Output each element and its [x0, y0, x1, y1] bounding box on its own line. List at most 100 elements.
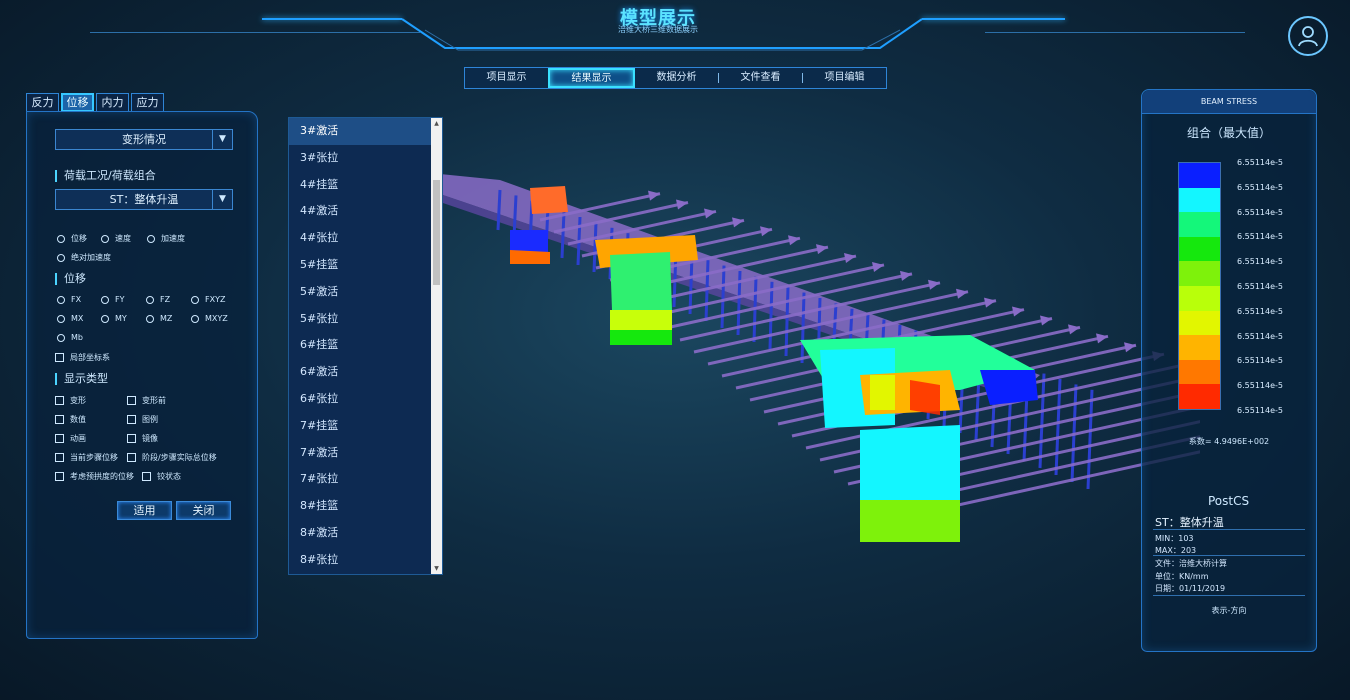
displacement-section-title: 位移 — [55, 273, 86, 285]
checkbox-total-disp[interactable]: 阶段/步骤实际总位移 — [127, 452, 217, 463]
legend-label: 6.55114e-5 — [1237, 158, 1283, 167]
legend-color-swatch — [1179, 212, 1220, 237]
step-list-item[interactable]: 8#挂篮 — [289, 493, 431, 520]
step-list-item[interactable]: 3#激活 — [289, 118, 431, 145]
step-list-item[interactable]: 5#挂篮 — [289, 252, 431, 279]
step-list-item[interactable]: 7#激活 — [289, 440, 431, 467]
radio-label: MZ — [160, 314, 173, 323]
step-list-item[interactable]: 4#激活 — [289, 198, 431, 225]
nav-file-view[interactable]: 文件查看 — [719, 68, 802, 88]
radio-icon — [57, 314, 65, 323]
legend-color-swatch — [1179, 187, 1220, 213]
load-arrow-head — [956, 288, 968, 299]
step-list-item[interactable]: 7#挂篮 — [289, 413, 431, 440]
post-line — [1086, 389, 1094, 490]
nav-data-analysis[interactable]: 数据分析 — [635, 68, 718, 88]
load-arrow-head — [788, 235, 800, 246]
load-arrow-head — [984, 297, 996, 308]
tab-reaction[interactable]: 反力 — [26, 93, 59, 112]
user-avatar-button[interactable] — [1288, 16, 1328, 56]
checkbox-label: 局部坐标系 — [70, 353, 110, 362]
step-list-item[interactable]: 6#挂篮 — [289, 332, 431, 359]
radio-my[interactable]: MY — [101, 314, 127, 323]
nav-project-edit[interactable]: 项目编辑 — [803, 68, 886, 88]
radio-displacement[interactable]: 位移 — [57, 233, 87, 244]
checkbox-deformed[interactable]: 变形 — [55, 395, 86, 406]
tab-stress[interactable]: 应力 — [131, 93, 164, 112]
checkbox-icon — [55, 415, 64, 424]
step-list-item[interactable]: 5#激活 — [289, 279, 431, 306]
step-list-item[interactable]: 6#激活 — [289, 359, 431, 386]
checkbox-hinge-state[interactable]: 铰状态 — [142, 471, 181, 482]
checkbox-legend[interactable]: 图例 — [127, 414, 158, 425]
nav-project-display[interactable]: 项目显示 — [465, 68, 548, 88]
load-arrow-head — [704, 208, 716, 219]
radio-mb[interactable]: Mb — [57, 333, 83, 342]
checkbox-local-coord[interactable]: 局部坐标系 — [55, 352, 110, 363]
radio-absolute-acceleration[interactable]: 绝对加速度 — [57, 252, 111, 263]
step-list-item[interactable]: 3#张拉 — [289, 145, 431, 172]
scroll-up-icon[interactable]: ▲ — [431, 118, 442, 129]
page-subtitle: 涪维大桥三维数据展示 — [618, 25, 698, 34]
load-case-select-value: ST：整体升温 — [109, 193, 179, 206]
radio-fxyz[interactable]: FXYZ — [191, 295, 225, 304]
legend-label: 6.55114e-5 — [1237, 232, 1283, 242]
step-list-scrollbar[interactable]: ▲ ▼ — [431, 118, 442, 574]
deformation-select-value: 变形情况 — [122, 133, 166, 146]
apply-button[interactable]: 适用 — [117, 501, 172, 520]
radio-icon — [191, 295, 199, 304]
checkbox-current-step-disp[interactable]: 当前步骤位移 — [55, 452, 118, 463]
coefficient-text: 系数= 4.9496E+002 — [1188, 437, 1270, 446]
load-arrow-head — [900, 270, 912, 281]
step-list-item[interactable]: 7#张拉 — [289, 466, 431, 493]
radio-label: FZ — [160, 295, 171, 304]
step-list-item[interactable]: 8#激活 — [289, 520, 431, 547]
step-list-item[interactable]: 6#张拉 — [289, 386, 431, 413]
close-button[interactable]: 关闭 — [176, 501, 231, 520]
divider — [1153, 555, 1305, 556]
legend-label: 6.55114e-5 — [1237, 207, 1283, 217]
bridge-3d-view[interactable] — [440, 160, 1200, 700]
load-arrow-head — [928, 279, 940, 290]
step-list-item[interactable]: 4#张拉 — [289, 225, 431, 252]
left-tabs: 反力 位移 内力 应力 — [26, 93, 164, 112]
radio-icon — [191, 314, 199, 323]
unit-info: 单位：KN/mm — [1155, 572, 1209, 581]
checkbox-label: 当前步骤位移 — [70, 453, 118, 462]
deformation-select[interactable]: 变形情况 ▼ — [55, 129, 233, 150]
legend-color-swatch — [1179, 163, 1220, 188]
nav-result-display[interactable]: 结果显示 — [548, 68, 635, 88]
checkbox-undeformed[interactable]: 变形前 — [127, 395, 166, 406]
legend-color-swatch — [1179, 261, 1220, 286]
radio-fz[interactable]: FZ — [146, 295, 170, 304]
radio-mx[interactable]: MX — [57, 314, 83, 323]
load-arrow-head — [1096, 333, 1108, 344]
radio-fx[interactable]: FX — [57, 295, 81, 304]
radio-icon — [57, 253, 65, 262]
radio-label: 速度 — [115, 234, 131, 243]
scroll-down-icon[interactable]: ▼ — [431, 563, 442, 574]
radio-mz[interactable]: MZ — [146, 314, 172, 323]
radio-icon — [146, 314, 154, 323]
radio-label: 绝对加速度 — [71, 253, 111, 262]
radio-mxyz[interactable]: MXYZ — [191, 314, 228, 323]
load-arrow-head — [1040, 315, 1052, 326]
radio-acceleration[interactable]: 加速度 — [147, 233, 185, 244]
radio-fy[interactable]: FY — [101, 295, 125, 304]
scroll-thumb[interactable] — [433, 180, 440, 285]
checkbox-label: 考虑预拱度的位移 — [70, 472, 134, 481]
tab-displacement[interactable]: 位移 — [61, 93, 94, 112]
tab-internal-force[interactable]: 内力 — [96, 93, 129, 112]
checkbox-label: 图例 — [142, 415, 158, 424]
checkbox-camber-disp[interactable]: 考虑预拱度的位移 — [55, 471, 134, 482]
load-case-select[interactable]: ST：整体升温 ▼ — [55, 189, 233, 210]
checkbox-mirror[interactable]: 镜像 — [127, 433, 158, 444]
checkbox-label: 铰状态 — [157, 472, 181, 481]
step-list-item[interactable]: 4#挂篮 — [289, 172, 431, 199]
radio-velocity[interactable]: 速度 — [101, 233, 131, 244]
checkbox-values[interactable]: 数值 — [55, 414, 86, 425]
checkbox-animation[interactable]: 动画 — [55, 433, 86, 444]
checkbox-label: 变形 — [70, 396, 86, 405]
step-list-item[interactable]: 8#张拉 — [289, 547, 431, 574]
step-list-item[interactable]: 5#张拉 — [289, 306, 431, 333]
